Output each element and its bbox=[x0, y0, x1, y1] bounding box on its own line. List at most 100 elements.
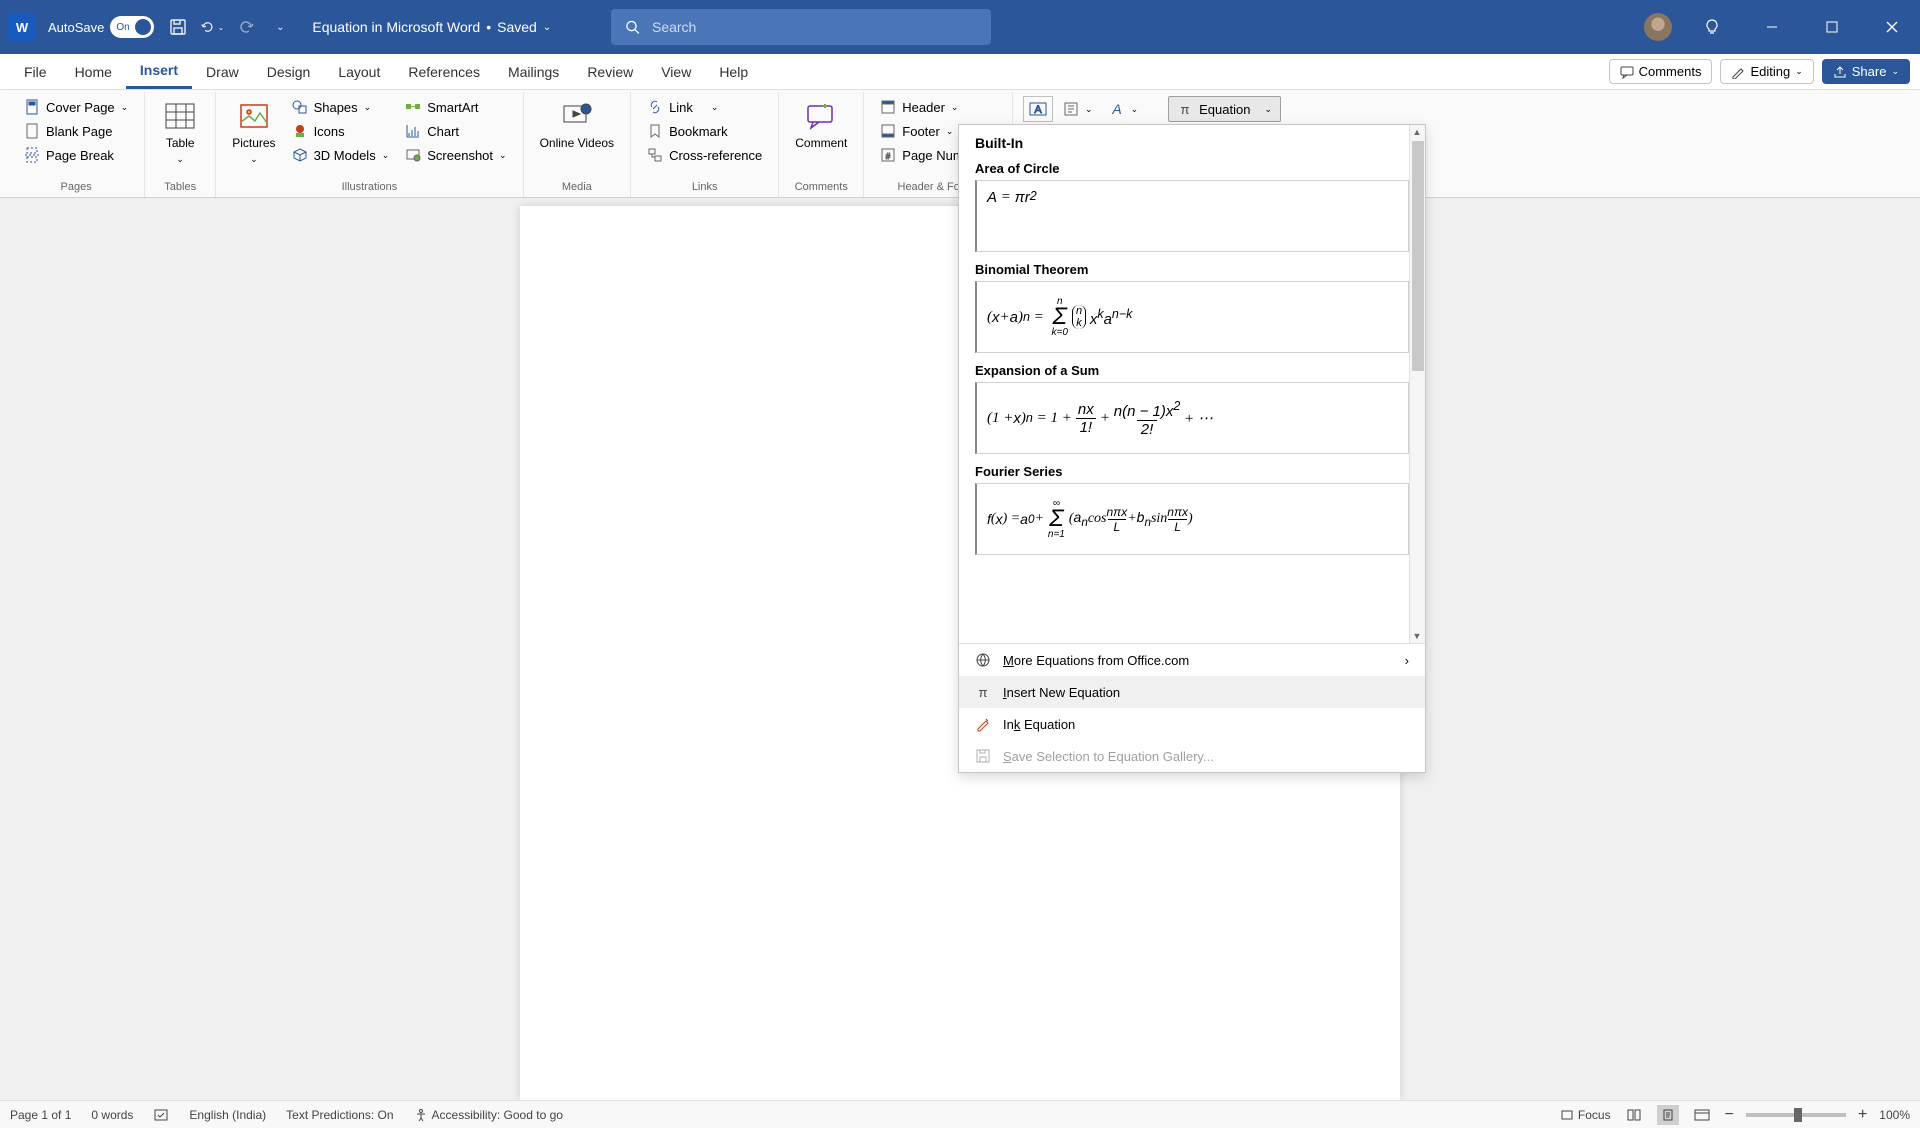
smartart-button[interactable]: SmartArt bbox=[399, 96, 512, 118]
tab-help[interactable]: Help bbox=[705, 56, 762, 88]
pi-icon: π bbox=[975, 684, 991, 700]
zoom-knob[interactable] bbox=[1794, 1108, 1802, 1122]
eq-preview-expansion[interactable]: (1 + x)n = 1 + nx1! + n(n − 1)x22! + ⋯ bbox=[975, 382, 1409, 454]
save-state: Saved bbox=[497, 19, 537, 35]
autosave-state: On bbox=[116, 22, 129, 33]
search-input[interactable] bbox=[652, 19, 977, 35]
toggle-knob bbox=[135, 19, 151, 35]
online-videos-button[interactable]: Online Videos bbox=[534, 96, 621, 154]
group-comments: Comments bbox=[789, 179, 853, 197]
redo-icon[interactable] bbox=[234, 15, 258, 39]
qat-customize-icon[interactable]: ⌄ bbox=[268, 15, 292, 39]
status-language[interactable]: English (India) bbox=[189, 1108, 266, 1122]
pagenum-icon: # bbox=[880, 147, 896, 163]
title-dropdown-icon[interactable]: ⌄ bbox=[543, 22, 551, 33]
page-break-button[interactable]: Page Break bbox=[18, 144, 134, 166]
xref-icon bbox=[647, 147, 663, 163]
tab-design[interactable]: Design bbox=[253, 56, 325, 88]
focus-button[interactable]: Focus bbox=[1560, 1108, 1611, 1122]
zoom-in-button[interactable]: + bbox=[1858, 1106, 1867, 1124]
undo-icon[interactable]: ⌄ bbox=[200, 15, 224, 39]
print-layout-icon[interactable] bbox=[1657, 1105, 1679, 1125]
text-box-button[interactable]: A bbox=[1023, 96, 1053, 122]
status-predictions[interactable]: Text Predictions: On bbox=[286, 1108, 393, 1122]
chart-button[interactable]: Chart bbox=[399, 120, 512, 142]
scroll-down-icon[interactable]: ▼ bbox=[1410, 629, 1424, 643]
save-icon[interactable] bbox=[166, 15, 190, 39]
link-button[interactable]: Link⌄ bbox=[641, 96, 768, 118]
insert-new-equation-action[interactable]: π Insert New Equation bbox=[959, 676, 1425, 708]
pi-icon: π bbox=[1177, 101, 1193, 117]
editing-button[interactable]: Editing⌄ bbox=[1720, 59, 1813, 84]
read-mode-icon[interactable] bbox=[1623, 1105, 1645, 1125]
maximize-button[interactable] bbox=[1812, 7, 1852, 47]
tab-draw[interactable]: Draw bbox=[192, 56, 253, 88]
models-button[interactable]: 3D Models⌄ bbox=[286, 144, 396, 166]
tab-references[interactable]: References bbox=[394, 56, 494, 88]
shapes-button[interactable]: Shapes⌄ bbox=[286, 96, 396, 118]
chart-icon bbox=[405, 123, 421, 139]
bookmark-button[interactable]: Bookmark bbox=[641, 120, 768, 142]
status-words[interactable]: 0 words bbox=[91, 1108, 133, 1122]
save-selection-action: Save Selection to Equation Gallery... bbox=[959, 740, 1425, 772]
search-box[interactable] bbox=[611, 9, 991, 45]
autosave-toggle[interactable]: On bbox=[110, 16, 154, 38]
user-avatar[interactable] bbox=[1644, 13, 1672, 41]
eq-preview-fourier[interactable]: f(x) = a0 + ∞Σn=1 (an cos nπxL + bn sin … bbox=[975, 483, 1409, 555]
header-button[interactable]: Header⌄ bbox=[874, 96, 1002, 118]
builtin-heading: Built-In bbox=[975, 135, 1409, 151]
xref-button[interactable]: Cross-reference bbox=[641, 144, 768, 166]
tab-home[interactable]: Home bbox=[61, 56, 126, 88]
equation-button[interactable]: π Equation ⌄ bbox=[1168, 96, 1281, 122]
eq-label-expansion: Expansion of a Sum bbox=[975, 363, 1409, 378]
eq-preview-area-of-circle[interactable]: A = πr2 bbox=[975, 180, 1409, 252]
tab-view[interactable]: View bbox=[647, 56, 705, 88]
status-accessibility[interactable]: Accessibility: Good to go bbox=[414, 1108, 563, 1122]
video-icon bbox=[561, 100, 593, 132]
tab-insert[interactable]: Insert bbox=[126, 54, 192, 89]
zoom-out-button[interactable]: − bbox=[1725, 1106, 1734, 1124]
eq-label-fourier: Fourier Series bbox=[975, 464, 1409, 479]
screenshot-button[interactable]: Screenshot⌄ bbox=[399, 144, 512, 166]
icons-button[interactable]: Icons bbox=[286, 120, 396, 142]
quick-parts-button[interactable]: ⌄ bbox=[1057, 96, 1099, 122]
comment-button[interactable]: Comment bbox=[789, 96, 853, 154]
table-button[interactable]: Table⌄ bbox=[155, 96, 205, 169]
wordart-button[interactable]: A⌄ bbox=[1103, 96, 1145, 122]
svg-text:π: π bbox=[979, 685, 988, 700]
status-spellcheck-icon[interactable] bbox=[153, 1107, 169, 1123]
share-button[interactable]: Share⌄ bbox=[1822, 59, 1910, 84]
shapes-icon bbox=[292, 99, 308, 115]
status-page[interactable]: Page 1 of 1 bbox=[10, 1108, 71, 1122]
zoom-level[interactable]: 100% bbox=[1879, 1108, 1910, 1122]
group-illustrations: Illustrations bbox=[226, 179, 512, 197]
smartart-icon bbox=[405, 99, 421, 115]
more-equations-action[interactable]: More Equations from Office.com › bbox=[959, 644, 1425, 676]
svg-text:A: A bbox=[1034, 104, 1042, 116]
minimize-button[interactable] bbox=[1752, 7, 1792, 47]
search-icon bbox=[625, 19, 640, 35]
lightbulb-icon[interactable] bbox=[1692, 7, 1732, 47]
globe-icon bbox=[975, 652, 991, 668]
web-layout-icon[interactable] bbox=[1691, 1105, 1713, 1125]
tab-file[interactable]: File bbox=[10, 56, 61, 88]
tab-layout[interactable]: Layout bbox=[324, 56, 394, 88]
scrollbar[interactable]: ▲ ▼ bbox=[1409, 125, 1425, 643]
eq-preview-binomial[interactable]: (x + a)n = nΣk=0 nk xkan−k bbox=[975, 281, 1409, 353]
group-media: Media bbox=[534, 179, 621, 197]
table-icon bbox=[164, 100, 196, 132]
scroll-up-icon[interactable]: ▲ bbox=[1410, 125, 1424, 139]
comments-button[interactable]: Comments bbox=[1609, 59, 1713, 84]
close-button[interactable] bbox=[1872, 7, 1912, 47]
scrollbar-thumb[interactable] bbox=[1412, 141, 1424, 371]
cube-icon bbox=[292, 147, 308, 163]
tab-review[interactable]: Review bbox=[573, 56, 647, 88]
ink-equation-action[interactable]: Ink Equation bbox=[959, 708, 1425, 740]
blank-page-button[interactable]: Blank Page bbox=[18, 120, 134, 142]
blank-page-icon bbox=[24, 123, 40, 139]
zoom-slider[interactable] bbox=[1746, 1113, 1846, 1117]
pictures-button[interactable]: Pictures⌄ bbox=[226, 96, 281, 169]
tab-mailings[interactable]: Mailings bbox=[494, 56, 573, 88]
ink-icon bbox=[975, 716, 991, 732]
cover-page-button[interactable]: Cover Page⌄ bbox=[18, 96, 134, 118]
